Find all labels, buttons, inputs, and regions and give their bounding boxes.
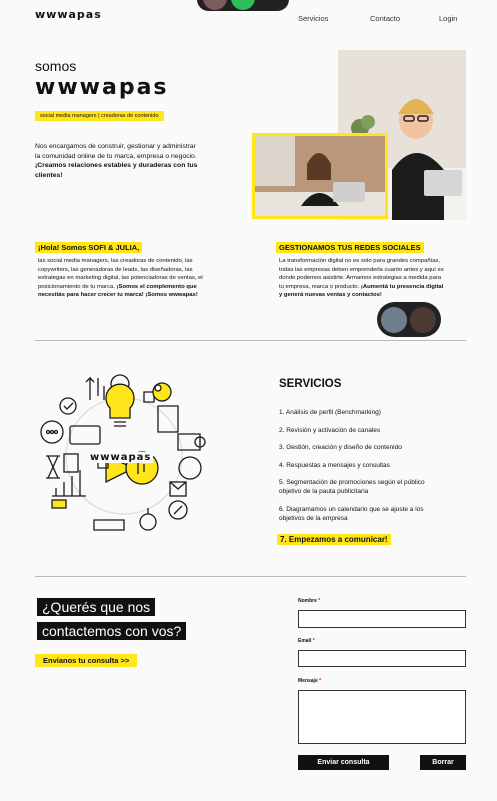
required-mark: * [319, 678, 322, 684]
required-mark: * [318, 598, 321, 604]
hero-intro-highlight: ¡Creamos relaciones estables y duraderas… [35, 162, 198, 179]
hero-tagline: social media managers | creadoras de con… [35, 111, 164, 121]
services-item: 6. Diagramamos un calendario que se ajus… [279, 505, 424, 522]
name-field[interactable] [298, 610, 466, 628]
nav-servicios[interactable]: Servicios [298, 14, 328, 23]
submit-button[interactable]: Enviar consulta [298, 755, 389, 770]
manage-title: GESTIONAMOS TUS REDES SOCIALES [276, 242, 424, 253]
illustration-brand: wwwapas [88, 452, 154, 463]
hero-intro: Nos encargamos de construir, gestionar y… [35, 142, 200, 180]
contact-heading-line2: contactemos con vos? [37, 622, 187, 640]
video-participant-avatar [231, 0, 255, 10]
marketing-illustration: wwwapas [38, 370, 210, 542]
contact-heading-line1: ¿Querés que nos [37, 598, 156, 616]
manage-text: La transformación digital no es solo par… [279, 257, 447, 300]
message-label: Mensaje * [298, 678, 321, 684]
about-title: ¡Hola! Somos SOFI & JULIA, [35, 242, 143, 253]
services-title: SERVICIOS [279, 378, 342, 390]
services-item: 3. Gestión, creación y diseño de conteni… [279, 444, 402, 451]
reset-button[interactable]: Borrar [420, 755, 466, 770]
services-item: 4. Respuestas a mensajes y consultas [279, 461, 390, 469]
brand-logo[interactable]: wwwapas [35, 8, 102, 21]
hero-brand: wwwapas [35, 75, 169, 100]
divider [35, 576, 466, 577]
photo-sofi-illustration [255, 136, 385, 216]
message-label-text: Mensaje [298, 678, 318, 684]
video-participant-avatar [203, 0, 227, 10]
video-call-pill-top[interactable] [197, 0, 289, 11]
services-item: 5. Segmentación de promociones según el … [279, 479, 425, 495]
hero-intro-text: Nos encargamos de construir, gestionar y… [35, 143, 197, 160]
name-label: Nombre * [298, 598, 320, 604]
services-last-item: 7. Empezamos a comunicar! [277, 534, 391, 545]
email-field[interactable] [298, 650, 466, 667]
required-mark: * [312, 638, 315, 644]
video-call-pill-mid[interactable] [377, 302, 441, 337]
send-inquiry-link[interactable]: Envianos tu consulta >> [35, 654, 138, 667]
services-item: 2. Revisión y activación de canales [279, 426, 381, 434]
name-label-text: Nombre [298, 598, 317, 604]
video-participant-avatar [381, 307, 407, 333]
hero-somos: somos [35, 58, 77, 74]
divider [35, 340, 466, 341]
video-participant-avatar [410, 307, 436, 333]
about-text: las social media managers, las creadoras… [38, 257, 208, 300]
email-label: Email * [298, 638, 315, 644]
services-list: 1. Análisis de perfil (Benchmarking) 2. … [279, 408, 459, 531]
services-item: 1. Análisis de perfil (Benchmarking) [279, 409, 381, 416]
nav-login[interactable]: Login [439, 14, 457, 23]
message-field[interactable] [298, 690, 466, 744]
photo-sofi [252, 133, 388, 219]
nav-contacto[interactable]: Contacto [370, 14, 400, 23]
email-label-text: Email [298, 638, 312, 644]
